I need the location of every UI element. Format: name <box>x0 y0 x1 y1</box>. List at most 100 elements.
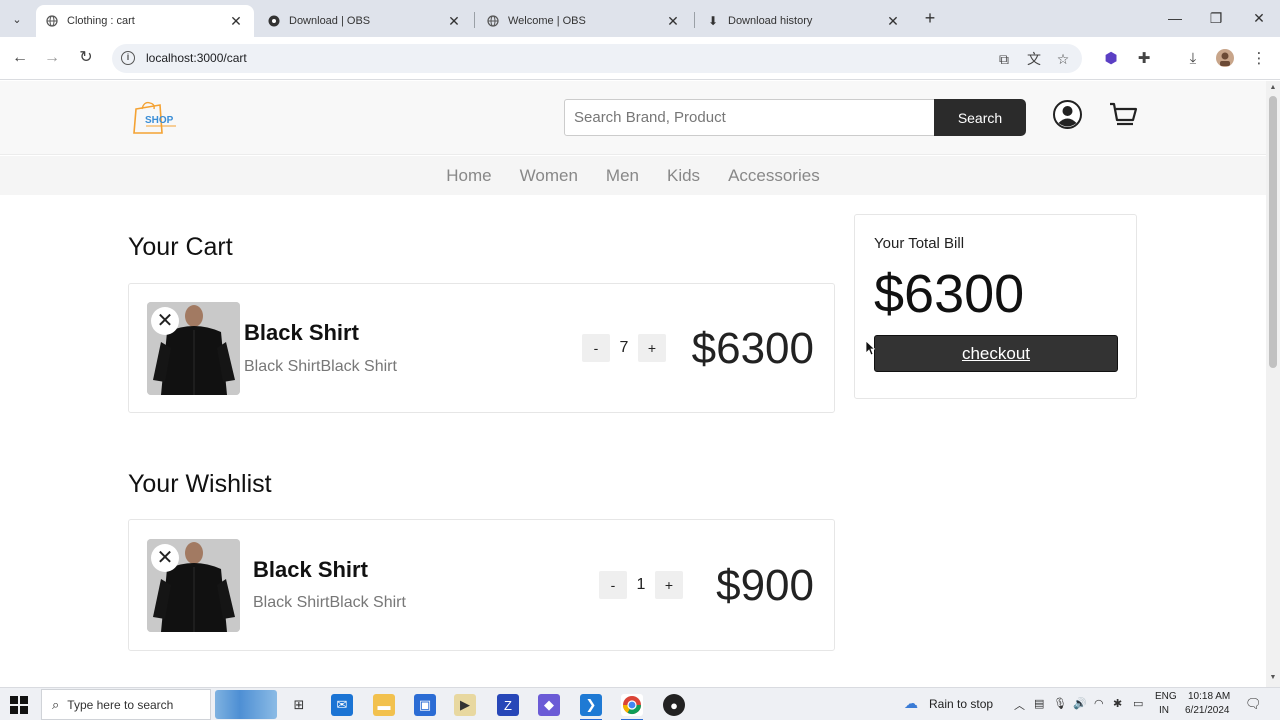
taskbar-search-text: Type here to search <box>67 697 174 712</box>
window-close-button[interactable]: ✕ <box>1249 10 1269 27</box>
vscode-icon[interactable]: ❯ <box>580 694 602 720</box>
language-indicator-top[interactable]: ENG <box>1155 691 1177 702</box>
tab-clothing-cart[interactable]: Clothing : cart ✕ <box>36 5 254 37</box>
omnibox[interactable]: i localhost:3000/cart ⧉ 文 ☆ <box>112 44 1082 73</box>
taskbar-search-box[interactable]: ⌕ Type here to search <box>41 689 211 720</box>
item-price: $6300 <box>691 324 814 373</box>
tab-search-chevron-down-icon[interactable]: ⌄ <box>6 8 28 30</box>
cart-item: ✕ Black Shirt Black ShirtBlack Shirt - 7… <box>128 283 835 413</box>
user-account-icon[interactable] <box>1053 100 1082 129</box>
remove-item-close-icon[interactable]: ✕ <box>151 307 179 335</box>
scroll-up-arrow-icon[interactable]: ▲ <box>1269 84 1277 91</box>
tab-title: Welcome | OBS <box>508 15 586 27</box>
globe-icon <box>46 15 58 27</box>
quantity-stepper: - 1 + <box>599 571 683 599</box>
quantity-value: 1 <box>636 576 646 593</box>
profile-avatar-icon[interactable] <box>1214 48 1236 70</box>
product-search-input[interactable] <box>564 99 936 136</box>
tab-title: Clothing : cart <box>67 15 135 27</box>
tab-download-history[interactable]: ⬇ Download history ✕ <box>697 5 911 37</box>
nav-kids[interactable]: Kids <box>667 166 700 186</box>
clock-date[interactable]: 6/21/2024 <box>1185 705 1230 716</box>
editor-app-icon[interactable]: Z <box>497 694 519 716</box>
extension-badge-icon[interactable]: ⬢ <box>1100 48 1122 70</box>
download-icon: ⬇ <box>707 14 719 28</box>
reload-icon[interactable]: ↻ <box>76 48 96 68</box>
file-explorer-icon[interactable]: ▬ <box>373 694 395 716</box>
store-icon[interactable]: ▣ <box>414 694 436 716</box>
nav-accessories[interactable]: Accessories <box>728 166 820 186</box>
battery-icon[interactable]: ▭ <box>1133 697 1143 710</box>
back-arrow-icon[interactable]: ← <box>10 48 30 68</box>
task-view-icon[interactable]: ⊞ <box>288 694 310 716</box>
obs-recording-icon[interactable]: ● <box>663 694 685 716</box>
mail-icon[interactable]: ✉ <box>331 694 353 716</box>
site-header: SHOP Search <box>0 81 1266 155</box>
new-tab-button[interactable]: + <box>921 9 939 27</box>
weather-rain-icon[interactable]: ☁ <box>904 695 918 712</box>
nav-women[interactable]: Women <box>520 166 578 186</box>
obs-icon <box>268 15 280 27</box>
tab-close-icon[interactable]: ✕ <box>885 13 901 30</box>
total-bill-panel: Your Total Bill $6300 checkout <box>854 214 1137 399</box>
nav-men[interactable]: Men <box>606 166 639 186</box>
checkout-button[interactable]: checkout <box>874 335 1118 372</box>
language-indicator-bottom[interactable]: IN <box>1159 705 1169 716</box>
show-hidden-icons-chevron-up-icon[interactable]: ︿ <box>1014 697 1025 713</box>
item-description: Black ShirtBlack Shirt <box>253 594 406 611</box>
cart-heading: Your Cart <box>128 233 233 261</box>
microphone-icon[interactable]: 🎙 <box>1053 697 1067 710</box>
downloads-icon[interactable]: ⤓ <box>1182 48 1204 70</box>
quantity-stepper: - 7 + <box>582 334 666 362</box>
tab-close-icon[interactable]: ✕ <box>228 13 244 30</box>
bookmark-star-icon[interactable]: ☆ <box>1054 50 1072 68</box>
volume-icon[interactable]: 🔊 <box>1073 697 1087 710</box>
page-scrollbar[interactable]: ▲ ▼ <box>1266 81 1280 687</box>
wifi-icon[interactable]: ◠ <box>1094 697 1104 710</box>
tab-close-icon[interactable]: ✕ <box>446 13 462 30</box>
browser-address-bar: ← → ↻ i localhost:3000/cart ⧉ 文 ☆ ⬢ ✚ ⤓ … <box>0 37 1280 80</box>
tab-welcome-obs[interactable]: Welcome | OBS ✕ <box>477 5 691 37</box>
tab-separator <box>694 12 695 28</box>
weather-text[interactable]: Rain to stop <box>929 697 993 711</box>
tab-title: Download | OBS <box>289 15 371 27</box>
globe-icon <box>487 15 499 27</box>
remove-item-close-icon[interactable]: ✕ <box>151 544 179 572</box>
windows-start-icon[interactable] <box>10 696 28 714</box>
increase-quantity-button[interactable]: + <box>638 334 666 362</box>
svg-text:SHOP: SHOP <box>145 115 174 126</box>
decrease-quantity-button[interactable]: - <box>582 334 610 362</box>
mouse-cursor-icon <box>865 340 876 356</box>
window-minimize-button[interactable]: — <box>1165 10 1185 26</box>
tab-download-obs[interactable]: Download | OBS ✕ <box>258 5 472 37</box>
copilot-icon[interactable]: ◆ <box>538 694 560 716</box>
scrollbar-thumb[interactable] <box>1269 96 1277 368</box>
site-info-icon[interactable]: i <box>121 51 135 65</box>
translate-icon[interactable]: 文 <box>1025 50 1043 68</box>
media-player-icon[interactable]: ▶ <box>454 694 476 716</box>
url-text[interactable]: localhost:3000/cart <box>146 51 247 65</box>
decrease-quantity-button[interactable]: - <box>599 571 627 599</box>
item-name: Black Shirt <box>253 557 368 582</box>
tray-app-icon[interactable]: ▤ <box>1034 697 1044 710</box>
total-bill-amount: $6300 <box>874 264 1025 324</box>
increase-quantity-button[interactable]: + <box>655 571 683 599</box>
tab-separator <box>474 12 475 28</box>
forward-arrow-icon[interactable]: → <box>42 48 62 68</box>
clock-time[interactable]: 10:18 AM <box>1188 691 1230 702</box>
shopping-cart-icon[interactable] <box>1108 101 1138 129</box>
notifications-icon[interactable]: 🗨 <box>1245 696 1262 712</box>
shop-logo[interactable]: SHOP <box>130 99 182 137</box>
nav-home[interactable]: Home <box>446 166 491 186</box>
browser-tab-bar: ⌄ Clothing : cart ✕ Download | OBS ✕ Wel… <box>0 0 1280 37</box>
open-in-app-icon[interactable]: ⧉ <box>995 50 1013 68</box>
tab-close-icon[interactable]: ✕ <box>665 13 681 30</box>
browser-menu-icon[interactable]: ⋮ <box>1248 48 1270 70</box>
search-highlight-image[interactable] <box>215 690 277 719</box>
scroll-down-arrow-icon[interactable]: ▼ <box>1269 674 1277 681</box>
tray-app-icon[interactable]: ✱ <box>1113 697 1122 710</box>
extensions-puzzle-icon[interactable]: ✚ <box>1133 48 1155 70</box>
window-maximize-button[interactable]: ❐ <box>1206 10 1226 27</box>
chrome-icon[interactable] <box>621 694 643 720</box>
search-button[interactable]: Search <box>934 99 1026 136</box>
